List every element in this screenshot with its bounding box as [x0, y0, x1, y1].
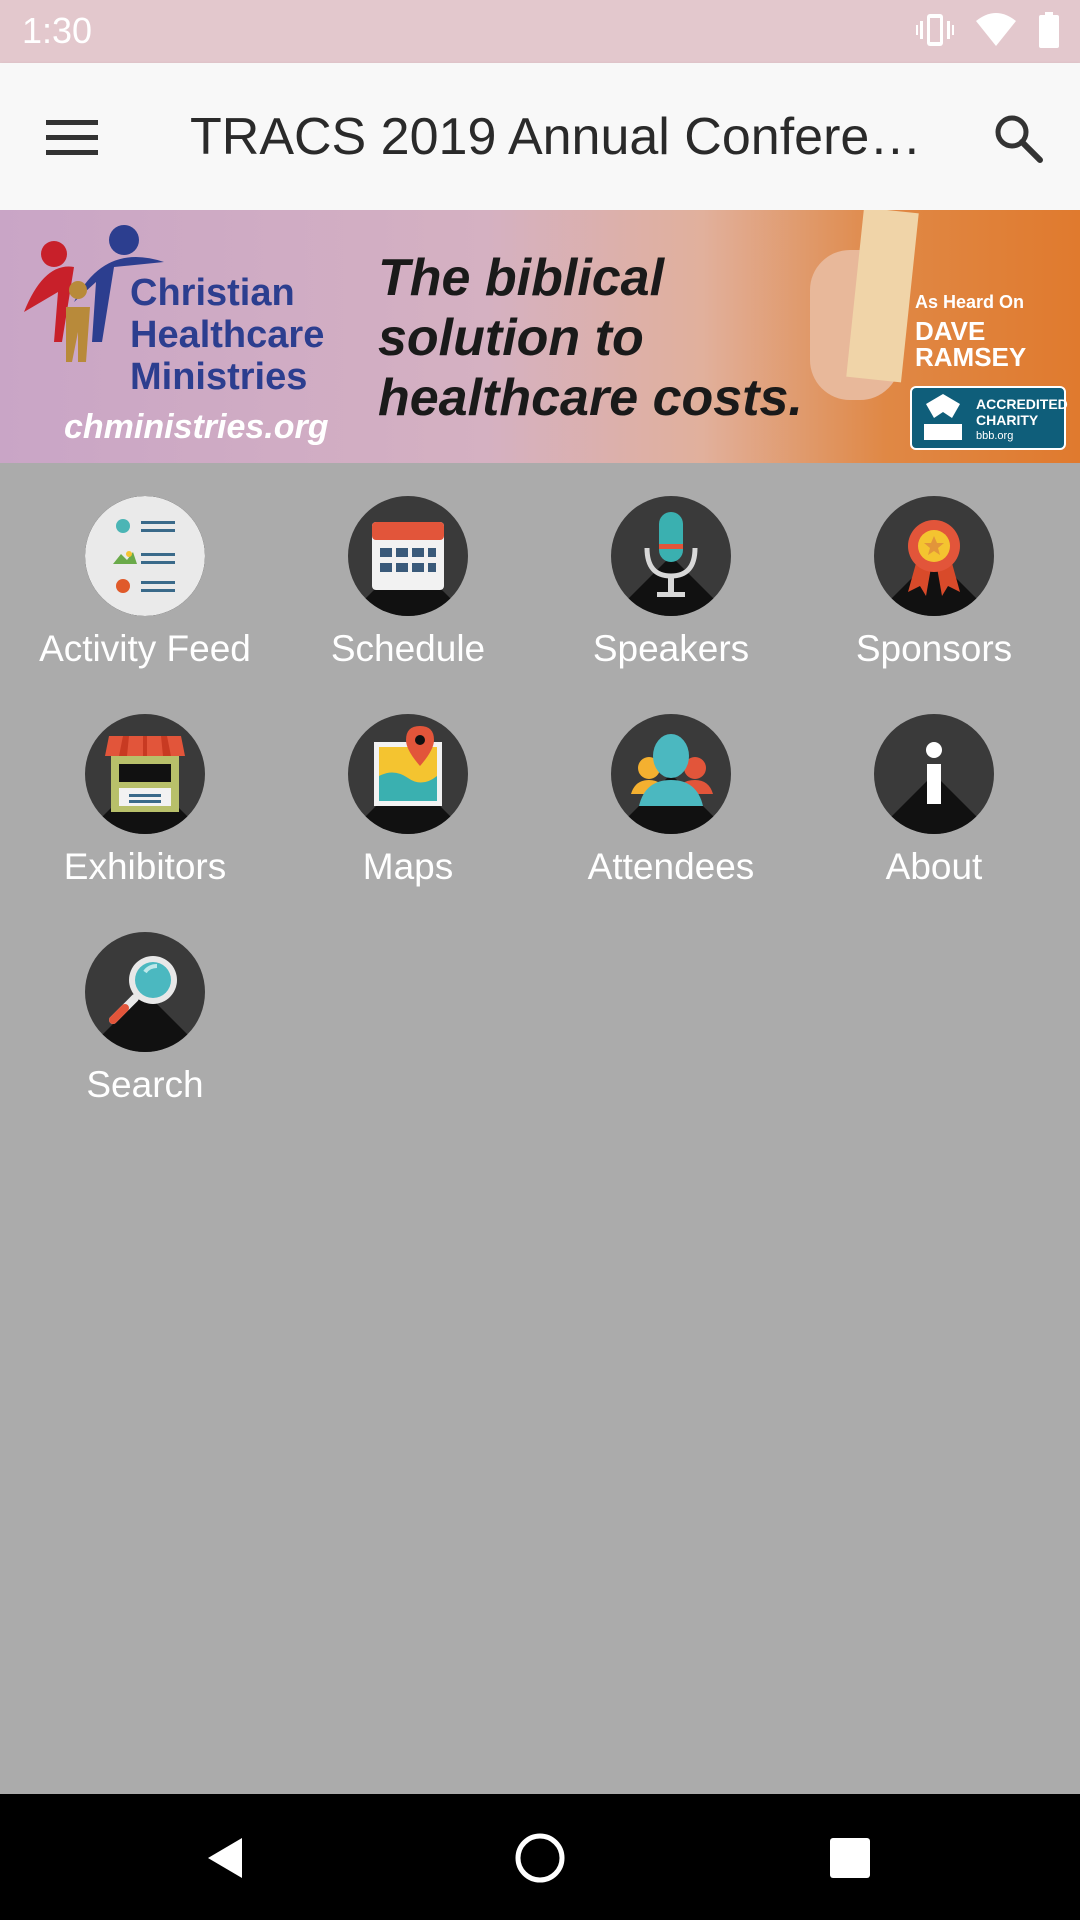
tile-sponsors[interactable]: Sponsors	[803, 496, 1065, 696]
banner-show-name: DAVE RAMSEY	[915, 318, 1026, 370]
hand-block-image	[760, 210, 920, 410]
banner-heard-on: As Heard On	[915, 292, 1025, 312]
tile-exhibitors[interactable]: Exhibitors	[14, 714, 276, 914]
tile-label: About	[885, 846, 983, 887]
schedule-circle	[348, 496, 468, 616]
status-time: 1:30	[22, 10, 93, 51]
wifi-icon	[976, 13, 1016, 46]
people-icon	[631, 734, 713, 806]
app-title: TRACS 2019 Annual Conferen…	[190, 108, 950, 166]
banner-tagline-line-3: healthcare costs.	[378, 369, 803, 427]
banner-tagline-line-1: The biblical	[378, 249, 665, 307]
menu-button[interactable]	[40, 106, 104, 170]
bbb-text-line-1: ACCREDITED	[976, 396, 1068, 412]
map-pin-icon	[374, 726, 442, 806]
search-circle	[85, 932, 205, 1052]
search-icon	[995, 115, 1043, 163]
tile-schedule[interactable]: Schedule	[277, 496, 539, 696]
exhibitors-circle	[85, 714, 205, 834]
tile-label: Exhibitors	[63, 846, 227, 887]
sponsor-banner[interactable]: Christian Healthcare Ministries chminist…	[0, 210, 1080, 463]
vibrate-icon	[916, 14, 954, 46]
activity-feed-icon	[113, 519, 175, 593]
app-bar: TRACS 2019 Annual Conferen…	[0, 63, 1080, 210]
banner-org-line-1: Christian	[130, 272, 295, 314]
tile-label: Search	[86, 1064, 204, 1105]
banner-url: chministries.org	[64, 408, 329, 446]
banner-org-line-3: Ministries	[130, 356, 308, 398]
microphone-icon	[644, 512, 698, 597]
banner-tagline: The biblical solution to healthcare cost…	[378, 248, 803, 428]
battery-icon	[1039, 12, 1059, 48]
banner-tagline-line-2: solution to	[378, 309, 644, 367]
home-icon	[515, 1833, 565, 1883]
navigation-bar	[0, 1794, 1080, 1920]
back-button[interactable]	[194, 1826, 258, 1890]
calendar-icon	[372, 522, 444, 590]
tile-label: Maps	[362, 846, 454, 887]
tile-activity-feed[interactable]: Activity Feed	[14, 496, 276, 696]
ribbon-award-icon	[908, 520, 960, 596]
hamburger-menu-icon	[46, 120, 98, 155]
status-bar: 1:30	[0, 0, 1080, 63]
search-button[interactable]	[986, 106, 1050, 170]
banner-org-line-2: Healthcare	[130, 314, 325, 356]
magnifier-icon	[109, 956, 177, 1024]
status-icons	[916, 12, 1060, 48]
speakers-circle	[611, 496, 731, 616]
attendees-circle	[611, 714, 731, 834]
back-icon	[208, 1838, 242, 1878]
tile-label: Attendees	[587, 846, 755, 887]
bbb-logo-icon	[924, 394, 962, 440]
bbb-text: ACCREDITED CHARITY	[976, 396, 1068, 428]
tile-label: Activity Feed	[39, 628, 251, 669]
sponsors-circle	[874, 496, 994, 616]
tile-about[interactable]: About	[803, 714, 1065, 914]
recents-icon	[830, 1838, 870, 1878]
booth-icon	[105, 736, 185, 812]
info-icon	[926, 742, 942, 804]
tile-maps[interactable]: Maps	[277, 714, 539, 914]
activity-feed-circle	[85, 496, 205, 616]
tile-search[interactable]: Search	[14, 932, 276, 1132]
banner-show-line-1: DAVE	[915, 316, 986, 346]
maps-circle	[348, 714, 468, 834]
bbb-text-line-2: CHARITY	[976, 412, 1039, 428]
banner-show-line-2: RAMSEY	[915, 342, 1027, 372]
bbb-badge: ACCREDITED CHARITY bbb.org	[910, 386, 1068, 450]
tile-label: Speakers	[592, 628, 750, 669]
about-circle	[874, 714, 994, 834]
recents-button[interactable]	[818, 1826, 882, 1890]
tile-label: Sponsors	[855, 628, 1013, 669]
tile-label: Schedule	[330, 628, 486, 669]
tile-attendees[interactable]: Attendees	[540, 714, 802, 914]
home-button[interactable]	[508, 1826, 572, 1890]
tile-speakers[interactable]: Speakers	[540, 496, 802, 696]
bbb-url: bbb.org	[976, 430, 1014, 442]
banner-organization: Christian Healthcare Ministries	[130, 272, 324, 398]
